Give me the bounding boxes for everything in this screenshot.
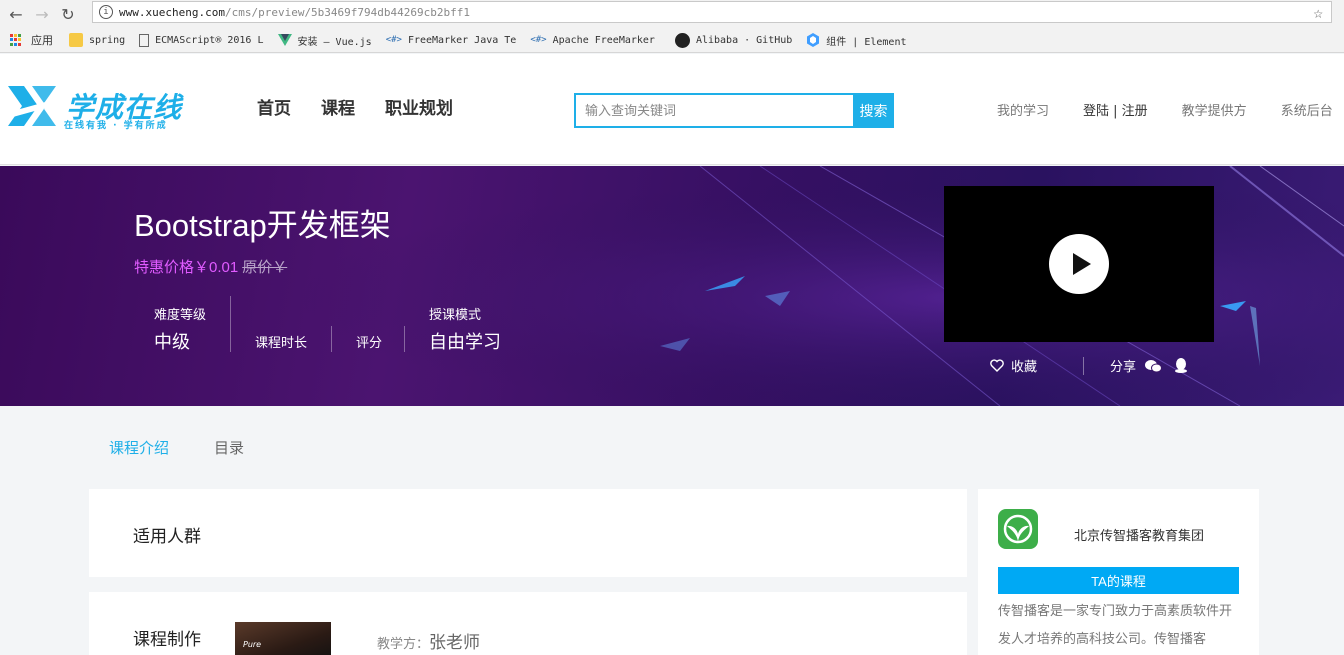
actions-divider xyxy=(1083,356,1085,375)
bookmark-label: spring xyxy=(89,34,126,46)
search-button[interactable]: 搜索 xyxy=(853,93,894,128)
course-actions: 收藏 分享 xyxy=(990,356,1188,375)
page-icon xyxy=(139,33,150,47)
info-icon[interactable]: i xyxy=(99,5,113,19)
bookmark-github[interactable]: Alibaba · GitHub xyxy=(674,32,793,48)
site-logo[interactable]: 学成在线 在线有我 · 学有所成 xyxy=(2,84,202,131)
video-player[interactable] xyxy=(944,186,1214,342)
bookmark-label: 安装 — Vue.js xyxy=(297,36,372,48)
course-price: 特惠价格￥0.01 原价￥ xyxy=(134,256,287,277)
course-title: Bootstrap开发框架 xyxy=(134,208,391,243)
original-price: 原价￥ xyxy=(242,259,288,276)
favorite-button[interactable]: 收藏 xyxy=(1011,356,1037,375)
my-learning-link[interactable]: 我的学习 xyxy=(997,100,1049,119)
back-icon[interactable]: ← xyxy=(6,4,26,24)
rating-label: 评分 xyxy=(356,335,383,350)
play-icon[interactable] xyxy=(1049,234,1109,294)
backend-link[interactable]: 系统后台 xyxy=(1281,100,1333,119)
forward-icon[interactable]: → xyxy=(32,4,52,24)
course-tabs: 课程介绍 目录 xyxy=(109,437,244,458)
logo-slogan: 在线有我 · 学有所成 xyxy=(64,121,168,131)
bookmark-star-icon[interactable]: ☆ xyxy=(1313,3,1323,22)
bookmark-label: FreeMarker Java Te xyxy=(407,34,517,46)
teacher-photo: Pure xyxy=(235,622,331,655)
mode-value: 自由学习 xyxy=(429,332,501,352)
url-host: www.xuecheng.com xyxy=(119,5,225,19)
url-path: /cms/preview/5b3469f794db44269cb2bff1 xyxy=(224,5,471,19)
attribute-divider xyxy=(331,326,332,352)
bookmark-freemarker-java[interactable]: <#> FreeMarker Java Te xyxy=(386,35,517,46)
production-card: 课程制作 Pure 教学方：张老师 xyxy=(89,592,967,655)
qq-icon[interactable] xyxy=(1174,358,1188,373)
teacher-name: 张老师 xyxy=(429,633,481,652)
bookmark-label: ECMAScript® 2016 L xyxy=(155,34,264,46)
element-icon xyxy=(806,33,820,47)
course-attributes: 难度等级 中级 课程时长 评分 授课模式 自由学习 xyxy=(134,296,534,354)
organization-card: 北京传智播客教育集团 TA的课程 传智播客是一家专门致力于高素质软件开发人才培养… xyxy=(978,489,1259,655)
code-icon: <#> xyxy=(385,35,402,45)
search-input[interactable] xyxy=(574,93,853,128)
audience-card: 适用人群 xyxy=(89,489,967,577)
audience-title: 适用人群 xyxy=(133,527,201,546)
difficulty-value: 中级 xyxy=(154,332,190,352)
org-courses-button[interactable]: TA的课程 xyxy=(998,567,1239,594)
bookmark-element[interactable]: 组件 | Element xyxy=(806,33,907,48)
code-icon: <#> xyxy=(530,35,547,45)
logo-mark-icon xyxy=(2,86,60,126)
nav-career[interactable]: 职业规划 xyxy=(385,94,453,119)
login-register-link[interactable]: 登陆 | 注册 xyxy=(1083,100,1148,119)
duration-label: 课程时长 xyxy=(255,335,308,350)
browser-toolbar: ← → ↻ i www.xuecheng.com/cms/preview/5b3… xyxy=(0,0,1344,28)
bookmark-vue[interactable]: 安装 — Vue.js xyxy=(277,33,372,48)
production-title: 课程制作 xyxy=(133,630,201,649)
vue-icon xyxy=(277,33,292,47)
nav-home[interactable]: 首页 xyxy=(257,94,291,119)
bookmark-ecmascript[interactable]: ECMAScript® 2016 L xyxy=(139,33,264,47)
heart-icon[interactable] xyxy=(990,359,1004,372)
organization-description: 传智播客是一家专门致力于高素质软件开发人才培养的高科技公司。传智播客 xyxy=(998,603,1233,646)
bookmark-label: Alibaba · GitHub xyxy=(695,34,793,46)
reload-icon[interactable]: ↻ xyxy=(58,4,78,24)
mode-label: 授课模式 xyxy=(429,307,482,322)
bookmark-spring[interactable]: spring xyxy=(69,33,125,47)
share-label: 分享 xyxy=(1110,360,1137,375)
folder-icon xyxy=(69,33,83,47)
attribute-divider xyxy=(404,326,405,352)
course-hero: Bootstrap开发框架 特惠价格￥0.01 原价￥ 难度等级 中级 课程时长 … xyxy=(0,166,1344,406)
apps-grid-icon xyxy=(10,33,23,47)
organization-logo-icon xyxy=(998,509,1038,549)
teacher-info: 教学方：张老师 xyxy=(377,628,480,653)
bookmark-apache-freemarker[interactable]: <#> Apache FreeMarker xyxy=(530,35,655,46)
github-icon xyxy=(674,32,690,48)
tab-introduction[interactable]: 课程介绍 xyxy=(109,437,169,458)
bookmarks-bar: 应用 spring ECMAScript® 2016 L 安装 — Vue.js… xyxy=(0,28,1344,53)
bookmark-label: 组件 | Element xyxy=(826,36,907,48)
organization-name[interactable]: 北京传智播客教育集团 xyxy=(1074,525,1204,544)
site-header: 学成在线 在线有我 · 学有所成 首页 课程 职业规划 搜索 我的学习 登陆 |… xyxy=(0,54,1344,165)
tab-catalog[interactable]: 目录 xyxy=(214,437,244,458)
bookmark-label: 应用 xyxy=(31,34,53,47)
user-nav: 我的学习 登陆 | 注册 教学提供方 系统后台 xyxy=(997,100,1344,119)
address-bar[interactable]: i www.xuecheng.com/cms/preview/5b3469f79… xyxy=(92,1,1332,23)
sale-price: 特惠价格￥0.01 xyxy=(134,259,239,276)
bookmark-label: Apache FreeMarker xyxy=(552,34,655,46)
attribute-divider xyxy=(230,296,231,352)
wechat-icon[interactable] xyxy=(1145,359,1163,373)
search-bar: 搜索 xyxy=(574,93,894,128)
teacher-photo-caption: Pure xyxy=(243,640,262,649)
main-nav: 首页 课程 职业规划 xyxy=(257,94,453,119)
nav-courses[interactable]: 课程 xyxy=(321,94,355,119)
difficulty-label: 难度等级 xyxy=(154,307,207,322)
bookmark-apps[interactable]: 应用 xyxy=(10,32,53,48)
provider-link[interactable]: 教学提供方 xyxy=(1182,100,1247,119)
teacher-label: 教学方： xyxy=(377,636,430,651)
